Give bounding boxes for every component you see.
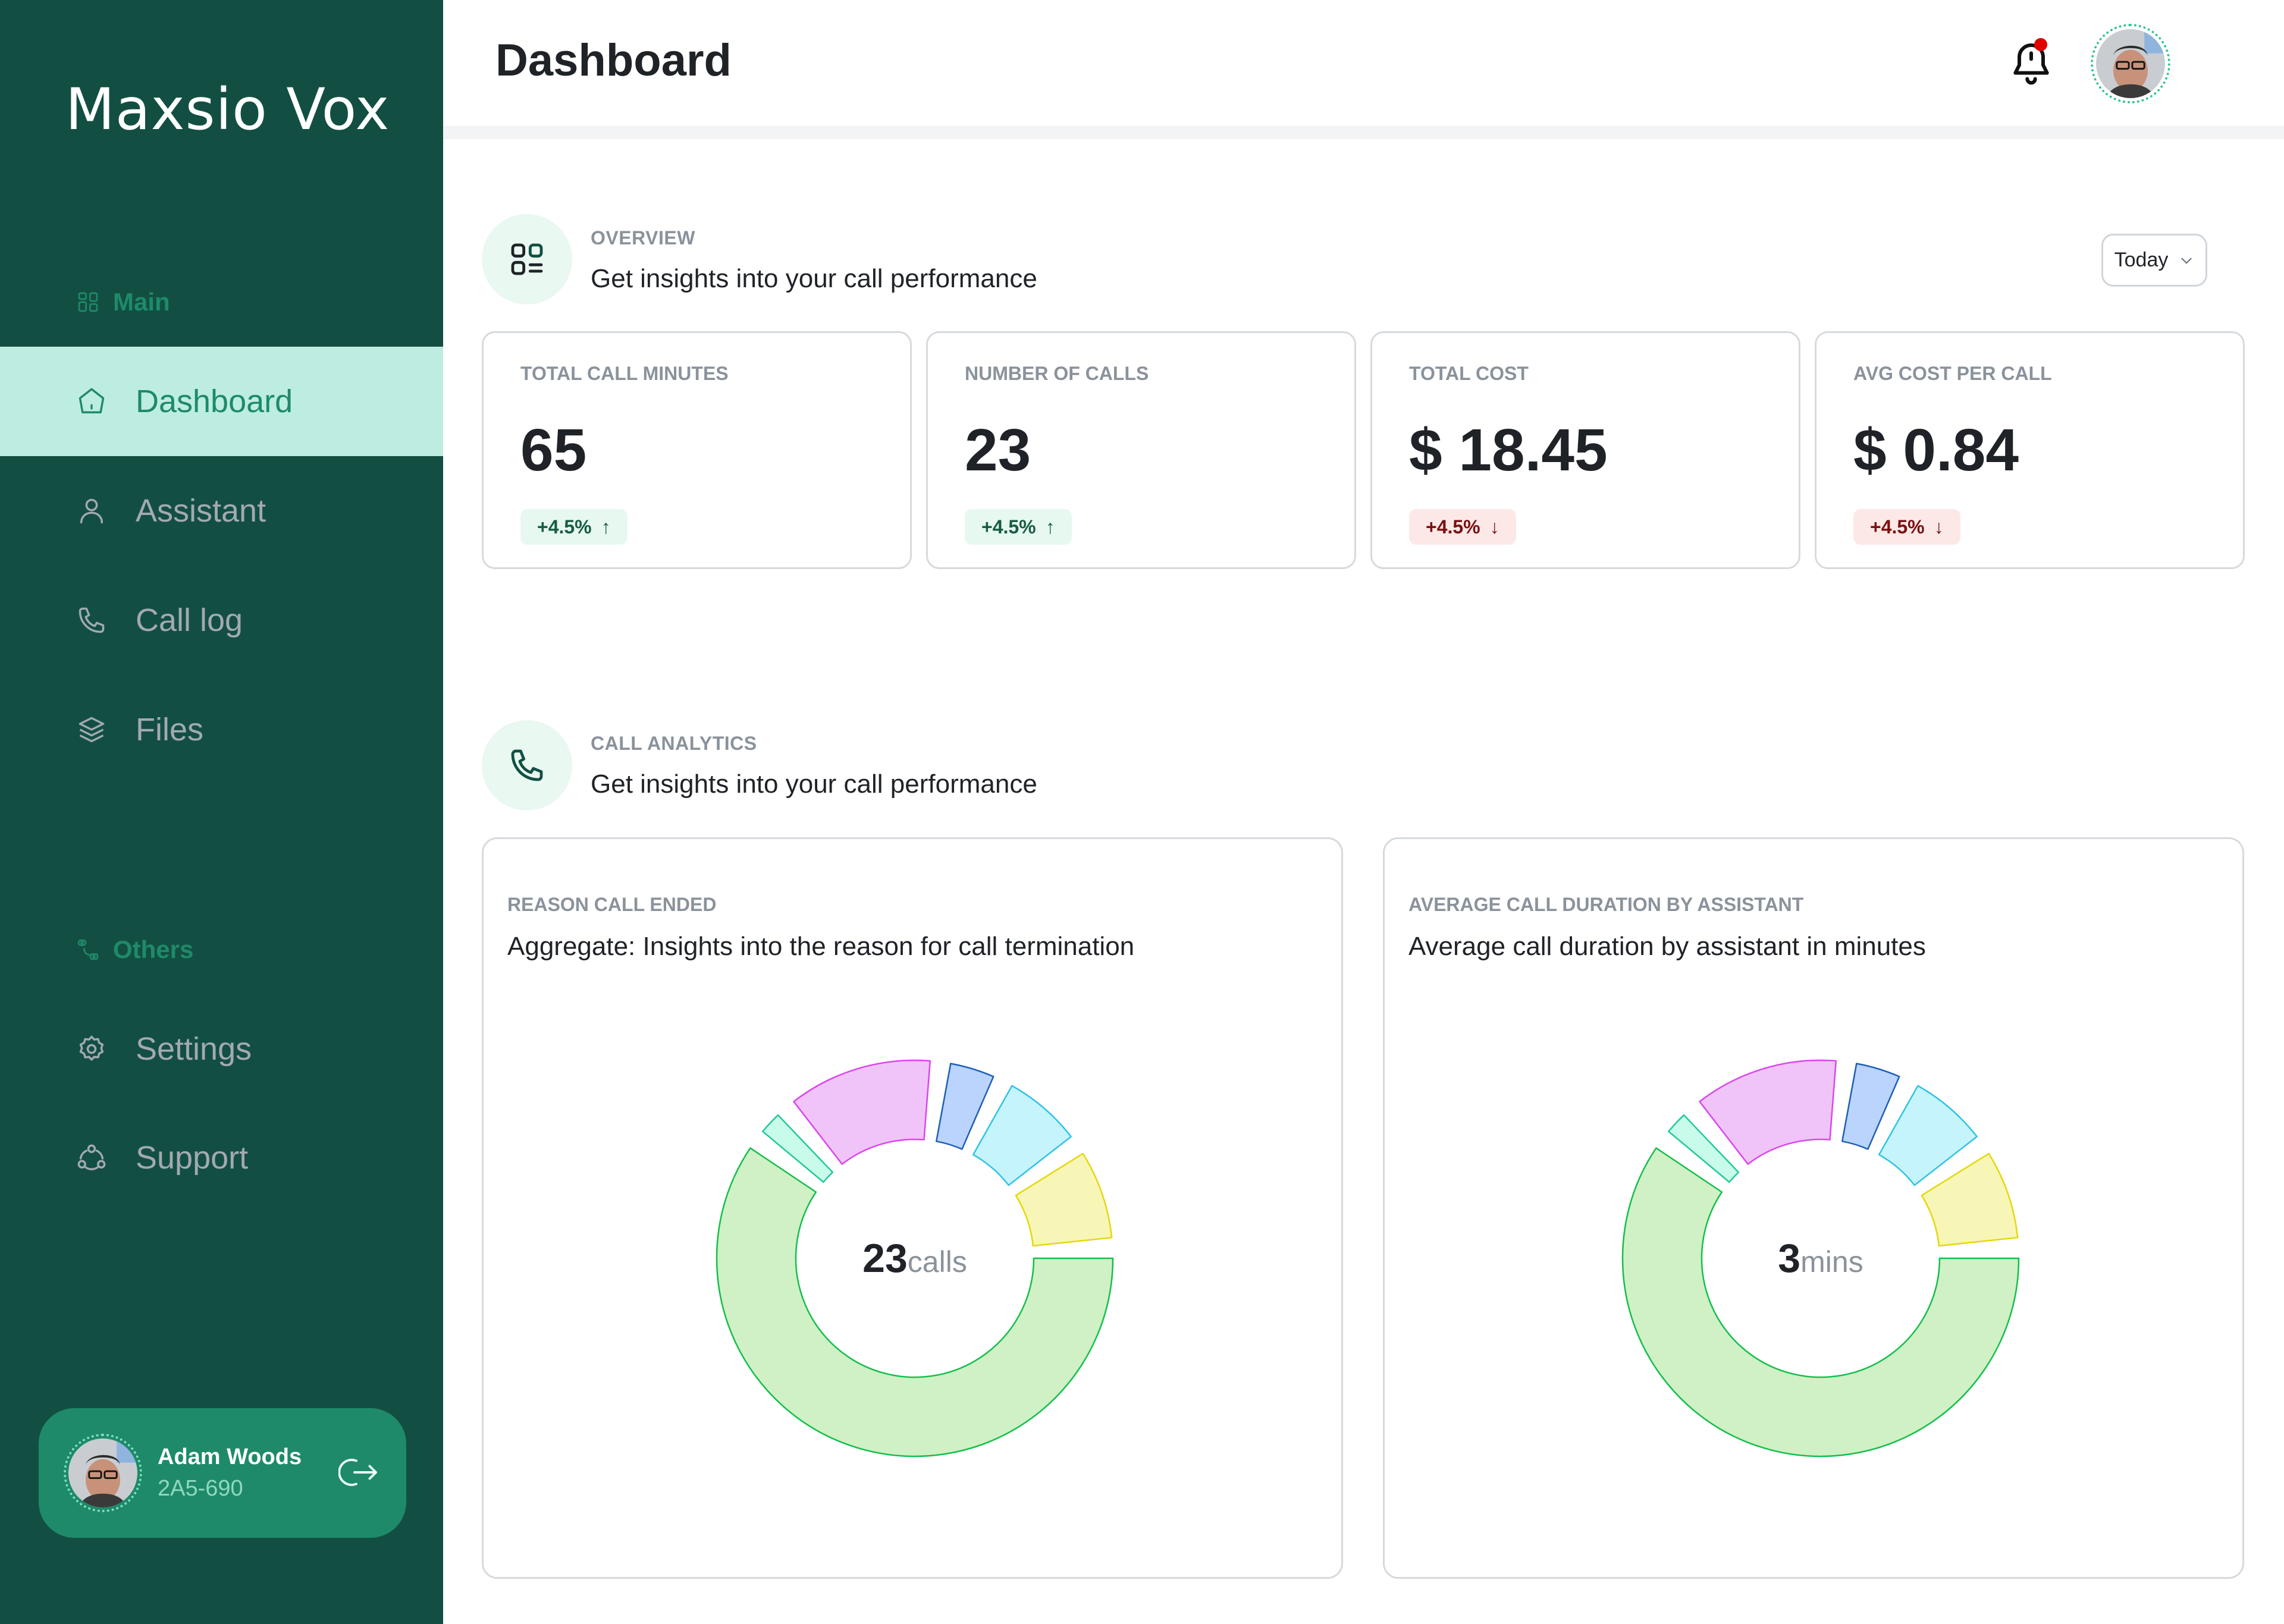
analytics-subtitle: Get insights into your call performance: [591, 769, 1037, 799]
sidebar-item-label: Call log: [136, 602, 243, 638]
dashboard-grid-icon: [511, 243, 543, 275]
sidebar-item-label: Support: [136, 1140, 249, 1176]
sidebar-item-settings[interactable]: Settings: [0, 994, 443, 1104]
donut-center-value: 23: [862, 1236, 908, 1281]
section-label-main: Main: [76, 288, 170, 316]
kpi-change-value: +4.5%: [537, 516, 592, 538]
arrow-down-icon: ↓: [1934, 516, 1944, 538]
kpi-value: $ 0.84: [1853, 417, 2019, 483]
kpi-card-number-of-calls: NUMBER OF CALLS 23 +4.5% ↑: [926, 331, 1356, 569]
arrow-up-icon: ↑: [601, 516, 611, 538]
avatar: [64, 1434, 142, 1512]
arrow-up-icon: ↑: [1045, 516, 1055, 538]
kpi-label: TOTAL COST: [1409, 363, 1529, 384]
donut-slice-2[interactable]: [793, 1059, 931, 1165]
kpi-card-total-cost: TOTAL COST $ 18.45 +4.5% ↓: [1370, 331, 1800, 569]
kpi-change-value: +4.5%: [981, 516, 1036, 538]
sidebar-item-label: Assistant: [136, 493, 266, 529]
kpi-card-total-call-minutes: TOTAL CALL MINUTES 65 +4.5% ↑: [482, 331, 912, 569]
section-label-others: Others: [76, 935, 193, 964]
kpi-change-badge: +4.5% ↓: [1409, 509, 1516, 545]
analytics-icon-badge: [482, 720, 572, 811]
header-avatar[interactable]: [2091, 24, 2170, 103]
kpi-value: 23: [965, 417, 1031, 483]
kpi-label: NUMBER OF CALLS: [965, 363, 1149, 384]
donut-center-value: 3: [1778, 1236, 1801, 1281]
logout-icon[interactable]: [338, 1451, 381, 1494]
app-logo: Maxsio Vox: [65, 76, 390, 143]
home-icon: [79, 388, 105, 414]
kpi-change-badge: +4.5% ↑: [520, 509, 628, 545]
kpi-label: AVG COST PER CALL: [1853, 363, 2052, 384]
header-divider: [443, 126, 2284, 139]
kpi-label: TOTAL CALL MINUTES: [520, 363, 729, 384]
overview-kicker: OVERVIEW: [591, 227, 695, 249]
donut-center-label: 23calls: [862, 1235, 967, 1281]
support-icon: [77, 1144, 106, 1170]
date-range-dropdown[interactable]: Today: [2101, 234, 2207, 287]
arrow-down-icon: ↓: [1489, 516, 1499, 538]
phone-icon: [79, 607, 105, 633]
chevron-down-icon: [2181, 257, 2192, 264]
chart-card-avg-call-duration: AVERAGE CALL DURATION BY ASSISTANT Avera…: [1383, 837, 2244, 1579]
donut-center-unit: mins: [1800, 1245, 1863, 1279]
user-id: 2A5-690: [158, 1476, 243, 1501]
sidebar-item-label: Dashboard: [136, 384, 293, 419]
sidebar-item-call-log[interactable]: Call log: [0, 566, 443, 675]
section-label-text: Others: [113, 935, 194, 963]
sidebar-item-dashboard[interactable]: Dashboard: [0, 347, 443, 456]
kpi-change-value: +4.5%: [1870, 516, 1925, 538]
kpi-change-badge: +4.5% ↓: [1853, 509, 1960, 545]
user-name: Adam Woods: [158, 1444, 302, 1469]
donut-slice-2[interactable]: [1699, 1059, 1837, 1165]
page-title: Dashboard: [495, 35, 732, 86]
analytics-kicker: CALL ANALYTICS: [591, 733, 757, 754]
donut-chart: [1621, 1059, 2020, 1457]
kpi-value: $ 18.45: [1409, 417, 1608, 483]
donut-center-label: 3mins: [1778, 1235, 1863, 1281]
chart-card-reason-call-ended: REASON CALL ENDED Aggregate: Insights in…: [482, 837, 1343, 1579]
sidebar-item-assistant[interactable]: Assistant: [0, 456, 443, 566]
date-range-value: Today: [2114, 249, 2169, 271]
kpi-card-avg-cost-per-call: AVG COST PER CALL $ 0.84 +4.5% ↓: [1815, 331, 2245, 569]
sidebar-item-label: Files: [136, 712, 204, 747]
phone-icon: [511, 749, 543, 781]
overview-subtitle: Get insights into your call performance: [591, 264, 1037, 293]
sidebar: Maxsio Vox Main Dashboard Assistant Call…: [0, 0, 443, 1624]
kpi-change-badge: +4.5% ↑: [965, 509, 1072, 545]
sidebar-item-files[interactable]: Files: [0, 675, 443, 784]
avatar-photo: [2096, 29, 2165, 98]
kpi-value: 65: [520, 417, 587, 483]
donut-chart: [716, 1059, 1114, 1457]
section-label-text: Main: [113, 288, 170, 316]
user-icon: [80, 498, 103, 524]
donut-center-unit: calls: [907, 1245, 967, 1279]
grid-icon: [78, 292, 98, 312]
shapes-icon: [77, 939, 99, 960]
gear-icon: [79, 1035, 104, 1061]
avatar-photo: [68, 1438, 137, 1507]
sidebar-item-support[interactable]: Support: [0, 1103, 443, 1212]
user-profile-card[interactable]: Adam Woods 2A5-690: [39, 1408, 406, 1538]
top-header: Dashboard: [443, 0, 2284, 126]
overview-icon-badge: [482, 214, 572, 304]
sidebar-item-label: Settings: [136, 1031, 252, 1067]
notification-dot: [2034, 38, 2047, 51]
bell-icon[interactable]: [2007, 39, 2055, 87]
kpi-change-value: +4.5%: [1426, 516, 1480, 538]
layers-icon: [79, 717, 105, 743]
